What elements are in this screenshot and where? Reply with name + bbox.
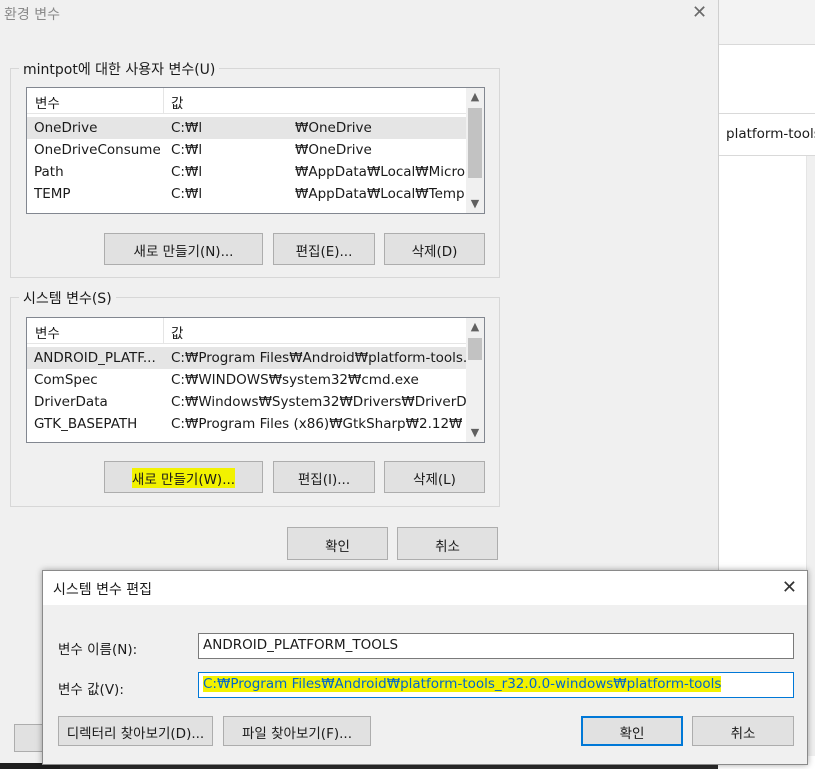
user-edit-button[interactable]: 편집(E)... bbox=[273, 233, 375, 265]
scroll-thumb[interactable] bbox=[468, 338, 482, 360]
button-label: 편집(I)... bbox=[297, 472, 351, 488]
variable-value-suffix: ₩OneDrive bbox=[295, 142, 372, 158]
dialog-title: 시스템 변수 편집 bbox=[53, 582, 153, 598]
scrollbar[interactable]: ▲ ▼ bbox=[466, 88, 484, 213]
cancel-button[interactable]: 취소 bbox=[397, 527, 498, 560]
scroll-thumb[interactable] bbox=[468, 108, 482, 178]
variable-name: DriverData bbox=[34, 394, 108, 410]
variable-value: C:₩l bbox=[171, 164, 203, 180]
variable-name: OneDriveConsumer bbox=[34, 142, 160, 158]
user-new-button[interactable]: 새로 만들기(N)... bbox=[104, 233, 263, 265]
column-header-value[interactable]: 값 bbox=[171, 322, 183, 342]
button-label: 새로 만들기(N)... bbox=[133, 244, 234, 260]
variable-name: Path bbox=[34, 164, 64, 180]
scrollbar[interactable]: ▲ ▼ bbox=[466, 318, 484, 442]
table-row[interactable]: TEMP C:₩l ₩AppData₩Local₩Temp bbox=[27, 183, 484, 205]
variable-value: C:₩l bbox=[171, 186, 203, 202]
column-header-value[interactable]: 값 bbox=[171, 92, 183, 112]
dialog-titlebar: 시스템 변수 편집 ✕ bbox=[43, 571, 807, 605]
column-separator[interactable] bbox=[163, 318, 164, 344]
table-row[interactable]: Path C:₩l ₩AppData₩Local₩Micro... bbox=[27, 161, 484, 183]
button-label: 확인 bbox=[619, 726, 645, 742]
variable-value: C:₩Windows₩System32₩Drivers₩DriverData bbox=[171, 394, 485, 410]
variable-value: C:₩WINDOWS₩system32₩cmd.exe bbox=[171, 372, 419, 388]
browse-file-button[interactable]: 파일 찾아보기(F)... bbox=[223, 716, 371, 746]
variable-name: GTK_BASEPATH bbox=[34, 416, 138, 432]
list-header: 변수 값 bbox=[27, 318, 484, 344]
system-new-button[interactable]: 새로 만들기(W)... bbox=[104, 461, 263, 493]
table-row[interactable]: DriverData C:₩Windows₩System32₩Drivers₩D… bbox=[27, 391, 484, 413]
button-label: 삭제(L) bbox=[413, 472, 456, 488]
edit-cancel-button[interactable]: 취소 bbox=[692, 716, 794, 746]
variable-value: C:₩Program Files₩Android₩platform-tools.… bbox=[171, 350, 476, 366]
selected-value-text: C:₩Program Files₩Android₩platform-tools_… bbox=[203, 676, 722, 692]
variable-name-input[interactable]: ANDROID_PLATFORM_TOOLS bbox=[198, 633, 794, 659]
button-label: 확인 bbox=[325, 539, 350, 555]
system-variables-group: 시스템 변수(S) 변수 값 ANDROID_PLATF... C:₩Progr… bbox=[10, 288, 500, 507]
system-edit-button[interactable]: 편집(I)... bbox=[273, 461, 375, 493]
variable-value-input[interactable]: C:₩Program Files₩Android₩platform-tools_… bbox=[198, 672, 794, 698]
background-divider bbox=[718, 44, 815, 45]
button-label: 취소 bbox=[730, 726, 756, 742]
column-header-name[interactable]: 변수 bbox=[35, 92, 60, 112]
button-label: 삭제(D) bbox=[411, 244, 458, 260]
background-path-box[interactable]: platform-tools bbox=[718, 114, 815, 156]
browse-directory-button[interactable]: 디렉터리 찾아보기(D)... bbox=[58, 716, 213, 746]
variable-name: ANDROID_PLATF... bbox=[34, 350, 156, 366]
edit-ok-button[interactable]: 확인 bbox=[581, 716, 683, 746]
button-label: 새로 만들기(W)... bbox=[131, 468, 236, 488]
dialog-title: 환경 변수 bbox=[4, 7, 60, 23]
variable-value: C:₩Program Files (x86)₩GtkSharp₩2.12₩ bbox=[171, 416, 463, 432]
system-variables-list[interactable]: 변수 값 ANDROID_PLATF... C:₩Program Files₩A… bbox=[26, 317, 485, 443]
table-row[interactable]: GTK_BASEPATH C:₩Program Files (x86)₩GtkS… bbox=[27, 413, 484, 435]
variable-name: TEMP bbox=[34, 186, 71, 202]
user-variables-list[interactable]: 변수 값 OneDrive C:₩l ₩OneDrive OneDriveCon… bbox=[26, 87, 485, 214]
variable-value-suffix: ₩OneDrive bbox=[295, 120, 372, 136]
variable-value-suffix: ₩AppData₩Local₩Micro... bbox=[295, 164, 478, 180]
column-separator[interactable] bbox=[163, 88, 164, 114]
table-row[interactable]: OneDrive C:₩l ₩OneDrive bbox=[27, 117, 484, 139]
close-icon[interactable]: ✕ bbox=[692, 4, 707, 22]
list-header: 변수 값 bbox=[27, 88, 484, 114]
table-row[interactable]: ANDROID_PLATF... C:₩Program Files₩Androi… bbox=[27, 347, 484, 369]
ok-button[interactable]: 확인 bbox=[287, 527, 388, 560]
variable-name-label: 변수 이름(N): bbox=[58, 642, 138, 658]
system-variables-label: 시스템 변수(S) bbox=[19, 288, 116, 308]
variable-name: ComSpec bbox=[34, 372, 98, 388]
variable-value-label: 변수 값(V): bbox=[58, 682, 124, 698]
button-label: 편집(E)... bbox=[295, 244, 353, 260]
scroll-up-icon[interactable]: ▲ bbox=[466, 318, 484, 336]
variable-value-suffix: ₩AppData₩Local₩Temp bbox=[295, 186, 465, 202]
variable-value: C:₩l bbox=[171, 120, 203, 136]
table-row[interactable]: ComSpec C:₩WINDOWS₩system32₩cmd.exe bbox=[27, 369, 484, 391]
close-icon[interactable]: ✕ bbox=[782, 577, 797, 598]
system-delete-button[interactable]: 삭제(L) bbox=[384, 461, 485, 493]
scroll-down-icon[interactable]: ▼ bbox=[466, 195, 484, 213]
table-row[interactable]: OneDriveConsumer C:₩l ₩OneDrive bbox=[27, 139, 484, 161]
scroll-down-icon[interactable]: ▼ bbox=[466, 424, 484, 442]
user-delete-button[interactable]: 삭제(D) bbox=[384, 233, 485, 265]
button-label: 파일 찾아보기(F)... bbox=[242, 726, 352, 742]
column-header-name[interactable]: 변수 bbox=[35, 322, 60, 342]
variable-name: OneDrive bbox=[34, 120, 98, 136]
button-label: 디렉터리 찾아보기(D)... bbox=[66, 726, 205, 742]
variable-value: C:₩l bbox=[171, 142, 203, 158]
background-topbar bbox=[718, 0, 815, 44]
edit-system-variable-dialog: 시스템 변수 편집 ✕ 변수 이름(N): ANDROID_PLATFORM_T… bbox=[42, 570, 808, 765]
user-variables-group: mintpot에 대한 사용자 변수(U) 변수 값 OneDrive C:₩l… bbox=[10, 59, 500, 278]
scroll-up-icon[interactable]: ▲ bbox=[466, 88, 484, 106]
button-label: 취소 bbox=[435, 539, 460, 555]
user-variables-label: mintpot에 대한 사용자 변수(U) bbox=[19, 59, 220, 79]
